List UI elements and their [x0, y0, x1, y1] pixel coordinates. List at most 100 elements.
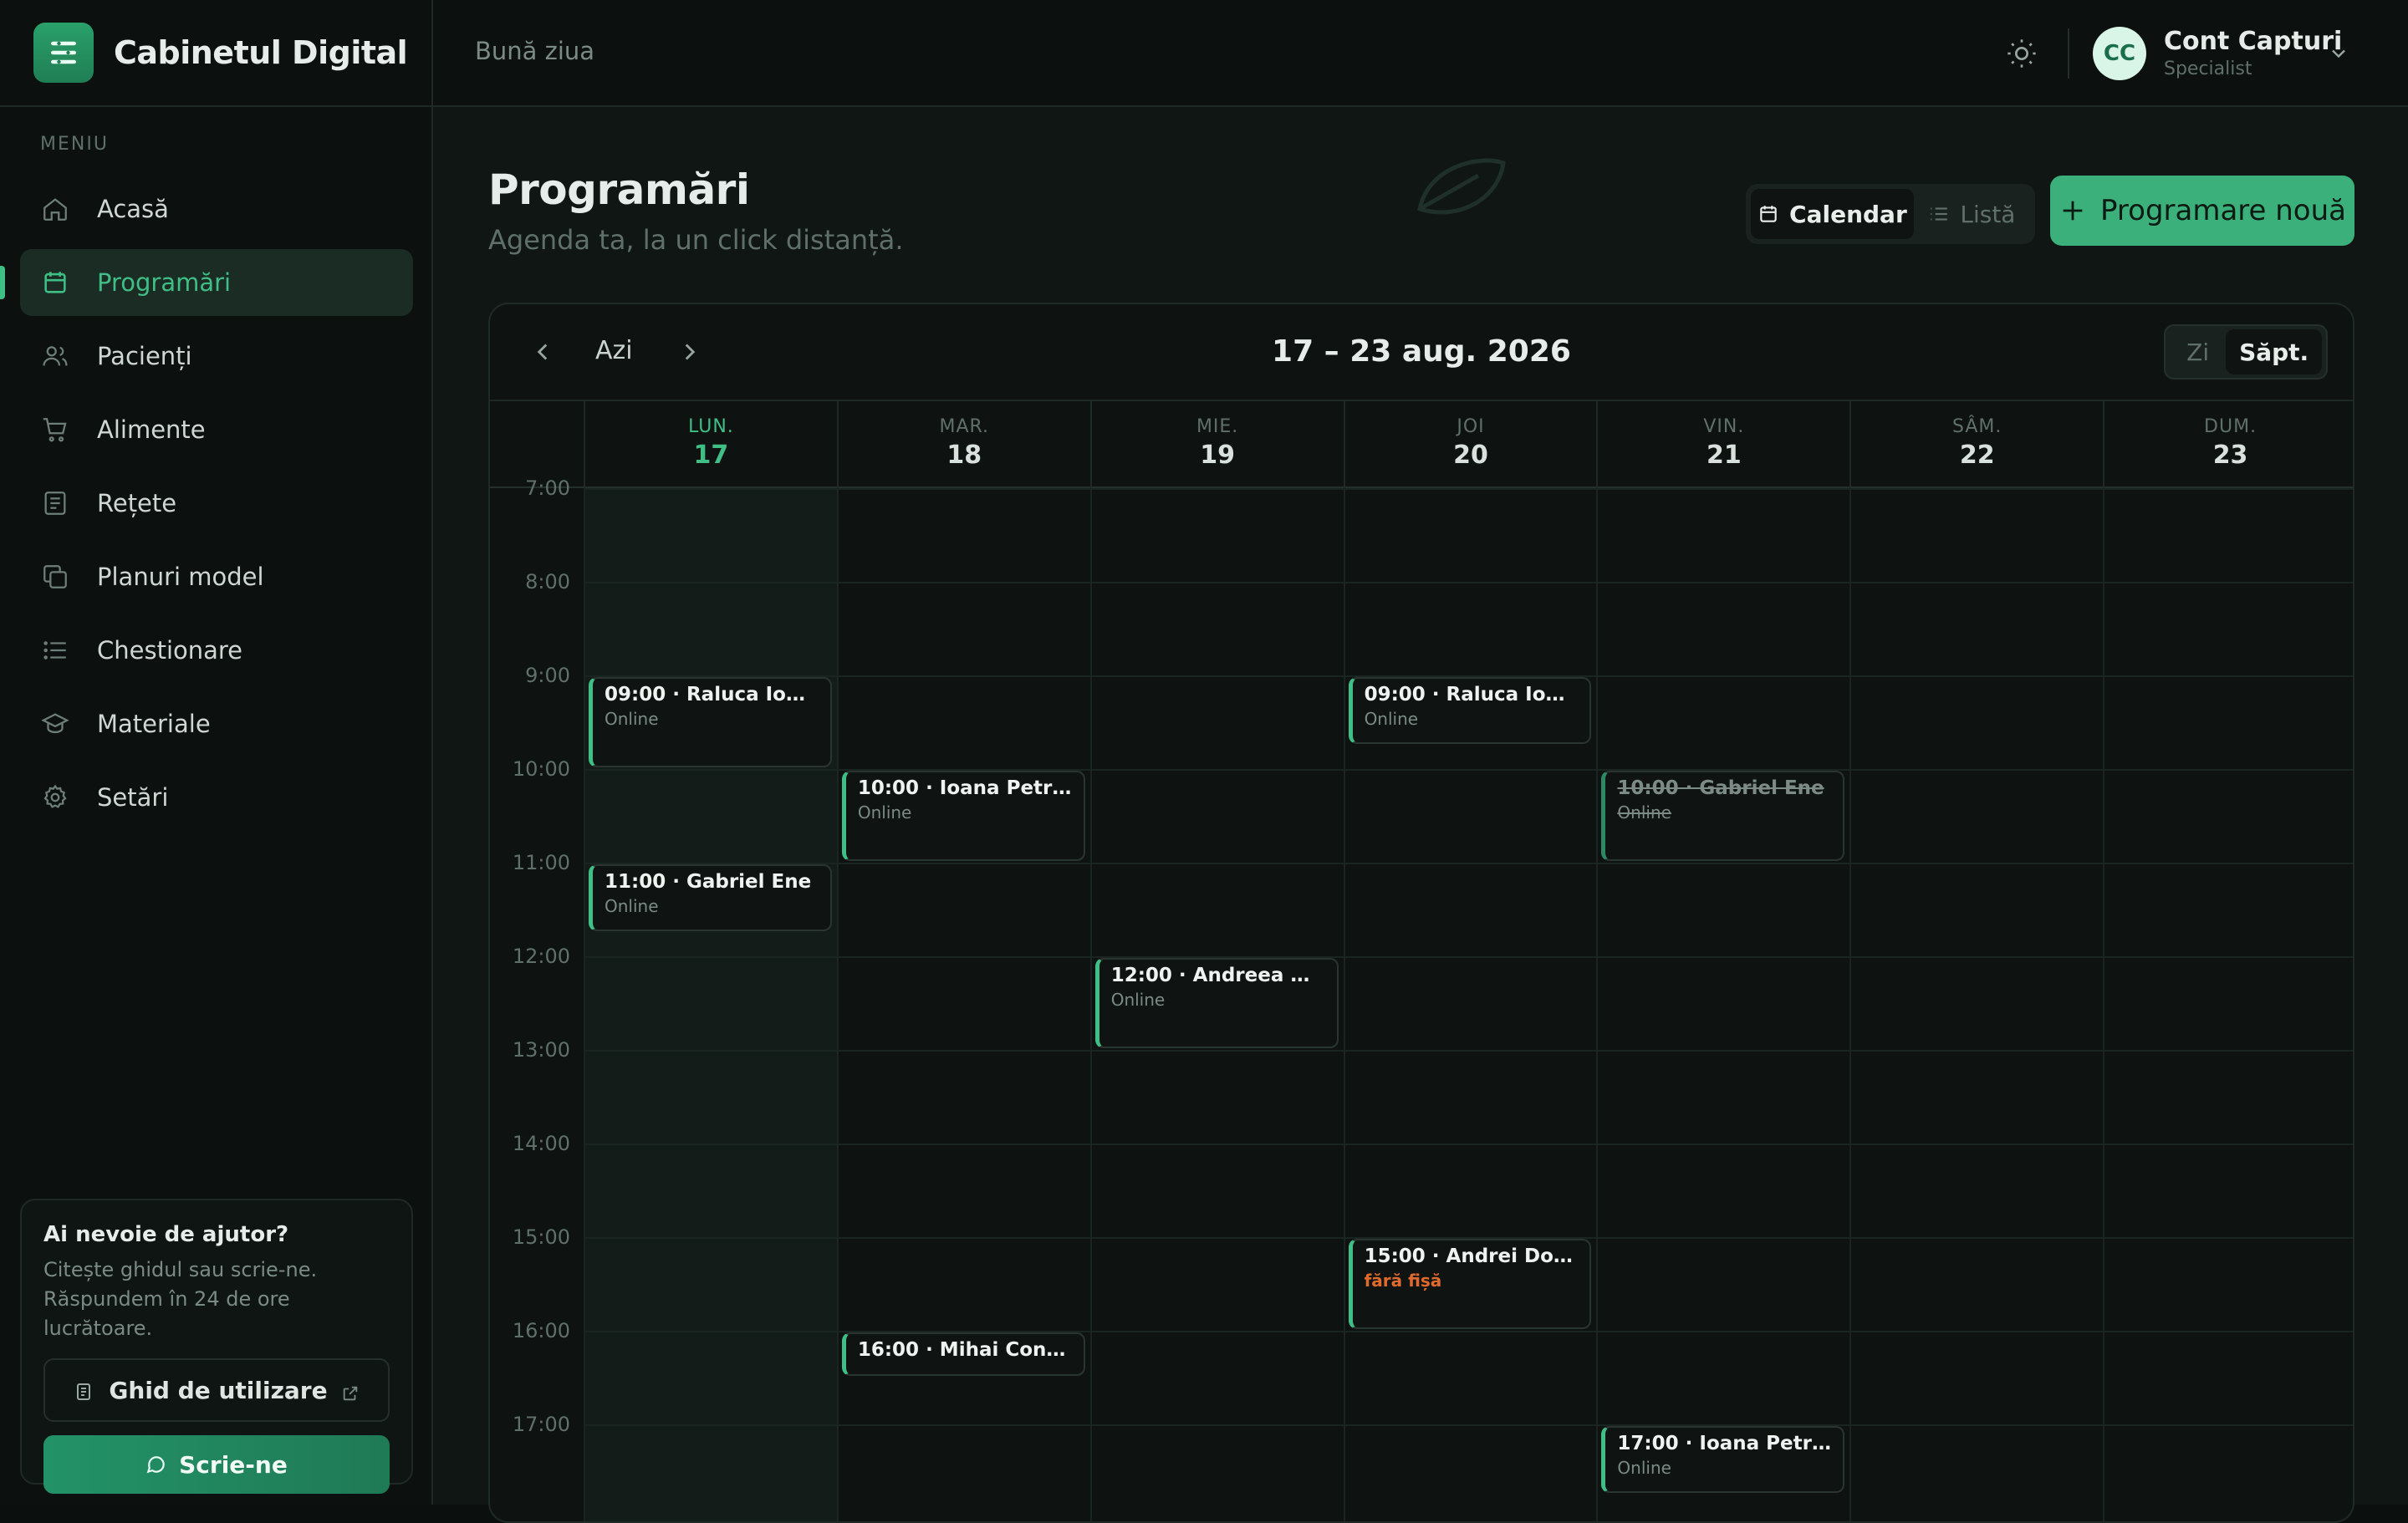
- sidebar-nav: Acasă Programări Pacienți Alimente Rețet…: [20, 176, 413, 838]
- appointment-event[interactable]: 09:00 · Raluca Ionescu Online: [589, 677, 832, 767]
- user-name[interactable]: Cont Capturi: [2164, 27, 2342, 56]
- hour-gutter: 7:00 8:00 9:00 10:00 11:00 12:00 13:00 14:00 15:…: [490, 476, 584, 1521]
- sidebar-item-label: Acasă: [97, 195, 169, 223]
- appointment-subtitle: Online: [1617, 802, 1671, 823]
- appointment-event[interactable]: 11:00 · Gabriel Ene Online: [589, 864, 832, 931]
- appointment-title: 16:00 · Mihai Constant...: [857, 1339, 1072, 1361]
- appointment-event[interactable]: 10:00 · Ioana Petrescu... Online: [841, 771, 1085, 861]
- hour-label: 9:00: [525, 664, 570, 687]
- avatar[interactable]: CC: [2093, 27, 2146, 80]
- day-number: 22: [1959, 441, 1995, 470]
- day-number: 20: [1453, 441, 1488, 470]
- grid-hour-line: [584, 582, 2353, 583]
- sidebar: Cabinetul Digital MENIU Acasă Programări…: [0, 0, 433, 1505]
- view-calendar-button[interactable]: Calendar: [1751, 189, 1914, 239]
- view-list-label: Listă: [1960, 200, 2016, 228]
- users-icon: [40, 341, 70, 371]
- today-column: [584, 488, 837, 1521]
- day-of-week: MIE.: [1196, 416, 1239, 437]
- grid-hour-line: [584, 488, 2353, 490]
- sidebar-item-chestionare[interactable]: Chestionare: [20, 617, 413, 684]
- hour-label: 8:00: [525, 570, 570, 593]
- list-icon: [40, 635, 70, 665]
- brand-title: Cabinetul Digital: [114, 34, 408, 71]
- grid-hour-line: [584, 1144, 2353, 1145]
- topbar: Bună ziua CC Cont Capturi Specialist: [433, 0, 2408, 107]
- appointment-event[interactable]: 17:00 · Ioana Petrescu... Online: [1601, 1426, 1845, 1493]
- chevron-down-icon[interactable]: [2327, 42, 2350, 65]
- view-calendar-label: Calendar: [1789, 200, 1907, 228]
- appointment-subtitle: Online: [857, 802, 912, 823]
- appointment-title: 09:00 · Raluca Ionescu: [1364, 684, 1579, 705]
- appointment-subtitle: Online: [605, 896, 659, 916]
- sidebar-item-planuri-model[interactable]: Planuri model: [20, 543, 413, 610]
- page-title: Programări: [488, 166, 750, 214]
- sidebar-item-label: Setări: [97, 783, 169, 812]
- day-number: 19: [1200, 441, 1235, 470]
- grid-hour-line: [584, 1050, 2353, 1052]
- appointment-title: 10:00 · Ioana Petrescu...: [857, 777, 1072, 799]
- day-of-week: SÂM.: [1952, 416, 2002, 437]
- sidebar-item-setari[interactable]: Setări: [20, 764, 413, 831]
- day-header-2[interactable]: MIE. 19: [1089, 401, 1344, 488]
- write-us-button[interactable]: Scrie-ne: [43, 1435, 390, 1494]
- cart-icon: [40, 415, 70, 445]
- app-root: Cabinetul Digital MENIU Acasă Programări…: [0, 0, 2408, 1523]
- day-of-week: LUN.: [688, 416, 734, 437]
- copy-icon: [40, 562, 70, 592]
- sidebar-item-label: Programări: [97, 268, 232, 297]
- appointment-subtitle: Online: [1110, 990, 1166, 1010]
- appointment-event[interactable]: 15:00 · Andrei Dobre fără fișă: [1348, 1239, 1592, 1329]
- graduation-icon: [40, 709, 70, 739]
- view-list-button[interactable]: Listă: [1914, 189, 2030, 239]
- appointment-subtitle: Online: [1364, 709, 1419, 729]
- page-subtitle: Agenda ta, la un click distanță.: [488, 224, 904, 256]
- day-header-5[interactable]: SÂM. 22: [1849, 401, 2103, 488]
- appointment-event[interactable]: 16:00 · Mihai Constant...: [841, 1332, 1085, 1376]
- zoom-week-button[interactable]: Săpt.: [2226, 329, 2322, 374]
- gear-icon: [40, 782, 70, 812]
- sidebar-item-materiale[interactable]: Materiale: [20, 690, 413, 757]
- grid-column-line: [836, 488, 839, 1521]
- plus-icon: [2059, 196, 2087, 225]
- sidebar-item-programari[interactable]: Programări: [20, 249, 413, 316]
- hour-label: 16:00: [512, 1319, 570, 1342]
- zoom-toggle: Zi Săpt.: [2164, 324, 2328, 379]
- day-header-1[interactable]: MAR. 18: [836, 401, 1090, 488]
- day-of-week: JOI: [1457, 416, 1485, 437]
- grid-column-line: [584, 488, 585, 1521]
- sidebar-item-label: Materiale: [97, 710, 211, 738]
- help-text: Citește ghidul sau scrie-ne. Răspundem î…: [43, 1258, 318, 1340]
- sidebar-item-acasa[interactable]: Acasă: [20, 176, 413, 242]
- date-range: 17 – 23 aug. 2026: [1272, 334, 1571, 369]
- hour-label: 10:00: [512, 757, 570, 781]
- hour-label: 14:00: [512, 1132, 570, 1155]
- sidebar-item-pacienti[interactable]: Pacienți: [20, 323, 413, 390]
- brand[interactable]: Cabinetul Digital: [0, 0, 431, 107]
- document-icon: [74, 1380, 94, 1400]
- appointment-title: 10:00 · Gabriel Ene: [1617, 777, 1824, 799]
- appointment-event[interactable]: 09:00 · Raluca Ionescu Online: [1348, 677, 1592, 744]
- theme-toggle-sun-icon[interactable]: [2005, 37, 2038, 70]
- help-card: Ai nevoie de ajutor? Citește ghidul sau …: [20, 1199, 413, 1494]
- sidebar-item-retete[interactable]: Rețete: [20, 470, 413, 537]
- sidebar-item-label: Chestionare: [97, 636, 243, 665]
- appointment-event[interactable]: 10:00 · Gabriel Ene Online: [1601, 771, 1845, 861]
- day-header-3[interactable]: JOI 20: [1343, 401, 1597, 488]
- hour-label: 17:00: [512, 1413, 570, 1436]
- hour-label: 12:00: [512, 945, 570, 968]
- sidebar-item-alimente[interactable]: Alimente: [20, 396, 413, 463]
- calendar-card: Azi 17 – 23 aug. 2026 Zi Săpt. LUN. 17 MAR…: [488, 303, 2354, 1523]
- new-appointment-button[interactable]: Programare nouă: [2050, 176, 2354, 246]
- day-header-4[interactable]: VIN. 21: [1596, 401, 1849, 488]
- day-header-0[interactable]: LUN. 17: [584, 401, 837, 488]
- grid-hour-line: [584, 956, 2353, 958]
- grid-hour-line: [584, 1424, 2353, 1426]
- appointment-subtitle: Online: [605, 709, 659, 729]
- guide-button[interactable]: Ghid de utilizare: [43, 1358, 390, 1422]
- zoom-day-button[interactable]: Zi: [2170, 329, 2226, 374]
- day-header-6[interactable]: DUM. 23: [2103, 401, 2353, 488]
- list-icon: [1928, 203, 1950, 225]
- appointment-event[interactable]: 12:00 · Andreea Marin... Online: [1094, 958, 1339, 1048]
- user-role: Specialist: [2164, 59, 2252, 79]
